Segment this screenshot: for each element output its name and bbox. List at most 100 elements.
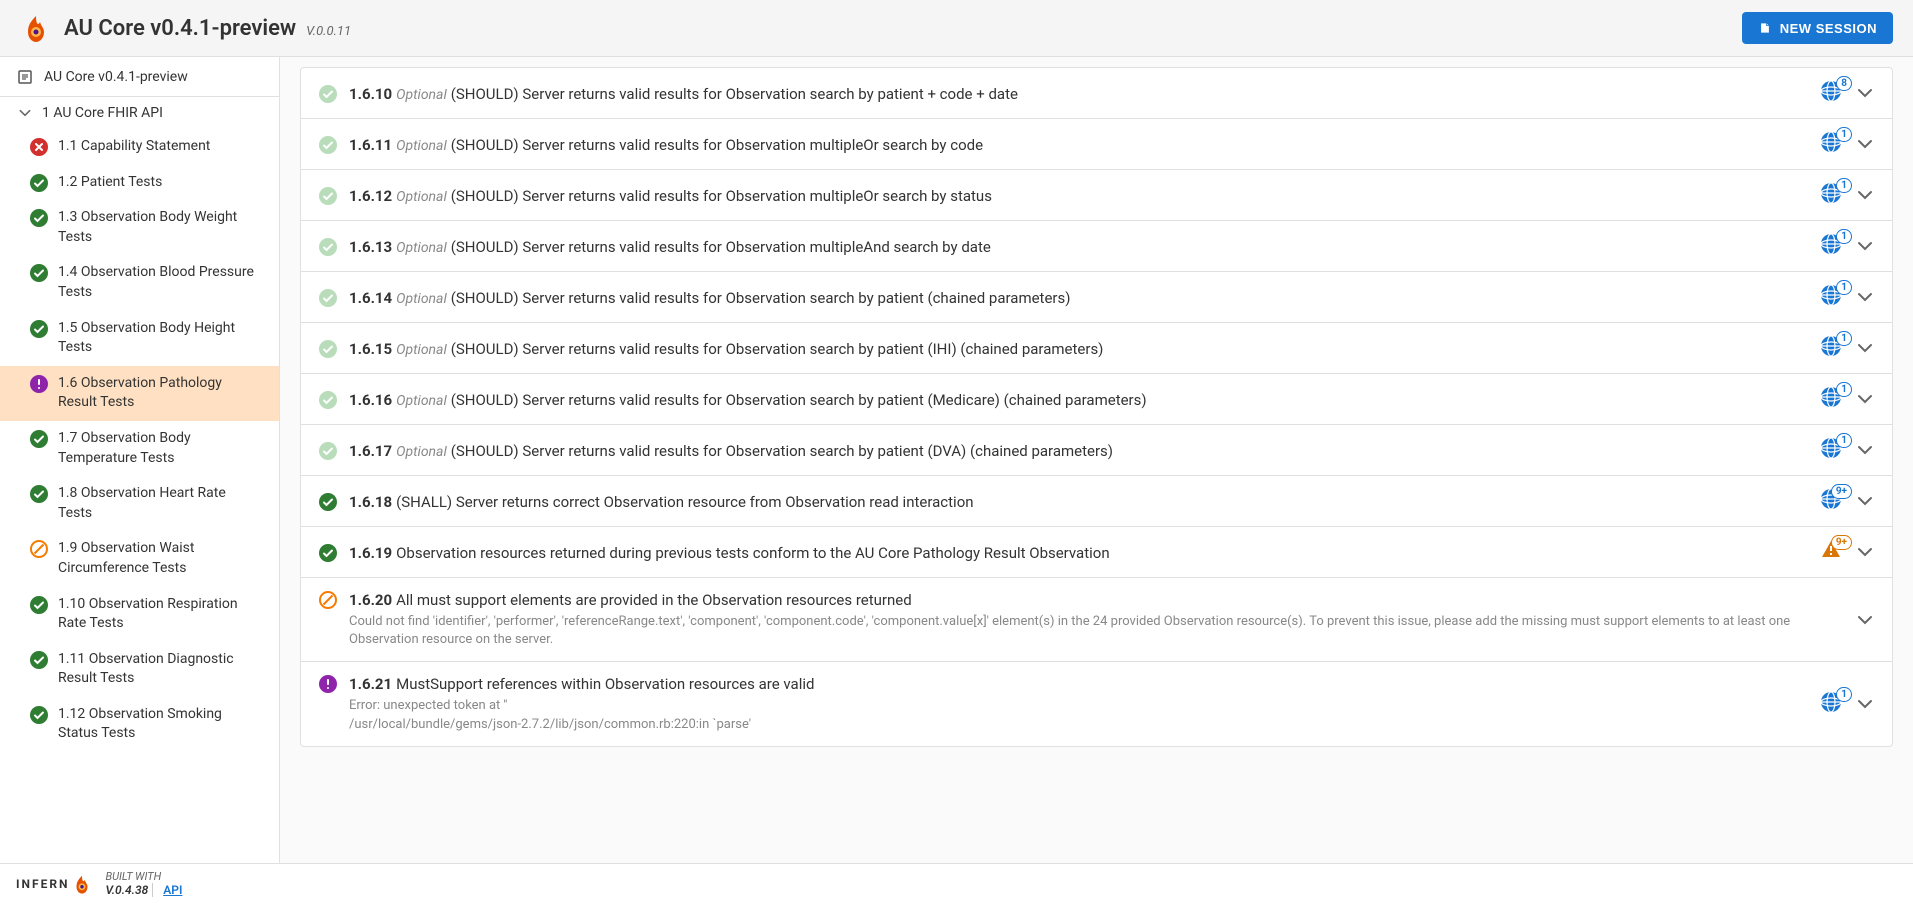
sidebar-item[interactable]: 1.9 Observation Waist Circumference Test… — [0, 531, 279, 586]
pass-weak-status-icon — [319, 340, 337, 358]
request-count: 1 — [1836, 687, 1852, 702]
sidebar-item[interactable]: 1.6 Observation Pathology Result Tests — [0, 366, 279, 421]
request-count-badge[interactable]: 9+ — [1820, 488, 1846, 514]
sidebar-item[interactable]: 1.4 Observation Blood Pressure Tests — [0, 255, 279, 310]
sidebar-item[interactable]: 1.1 Capability Statement — [0, 129, 279, 165]
request-count: 1 — [1836, 178, 1852, 193]
test-row[interactable]: 1.6.20 All must support elements are pro… — [301, 578, 1892, 662]
test-id: 1.6.12 — [349, 187, 392, 205]
error-status-icon — [30, 375, 48, 393]
sidebar-root[interactable]: AU Core v0.4.1-preview — [0, 57, 279, 97]
test-tag: Optional — [396, 393, 447, 409]
pass-weak-status-icon — [319, 187, 337, 205]
test-row[interactable]: 1.6.18 (SHALL) Server returns correct Ob… — [301, 476, 1892, 527]
pass-status-icon — [319, 544, 337, 562]
test-row[interactable]: 1.6.15 Optional (SHOULD) Server returns … — [301, 323, 1892, 374]
request-count-badge[interactable]: 1 — [1820, 386, 1846, 412]
sidebar-scroll[interactable]: AU Core v0.4.1-preview 1 AU Core FHIR AP… — [0, 57, 279, 863]
test-id: 1.6.21 — [349, 675, 392, 693]
footer-api-link[interactable]: API — [152, 883, 182, 897]
sidebar-item[interactable]: 1.2 Patient Tests — [0, 165, 279, 201]
test-row[interactable]: 1.6.14 Optional (SHOULD) Server returns … — [301, 272, 1892, 323]
chevron-down-icon[interactable] — [1856, 288, 1874, 306]
request-count-badge[interactable]: 1 — [1820, 335, 1846, 361]
chevron-down-icon[interactable] — [1856, 135, 1874, 153]
test-row[interactable]: 1.6.11 Optional (SHOULD) Server returns … — [301, 119, 1892, 170]
header: AU Core v0.4.1-preview V.0.0.11 NEW SESS… — [0, 0, 1913, 57]
sidebar-item[interactable]: 1.10 Observation Respiration Rate Tests — [0, 587, 279, 642]
chevron-down-icon[interactable] — [1856, 186, 1874, 204]
request-count-badge[interactable]: 1 — [1820, 233, 1846, 259]
new-session-button[interactable]: NEW SESSION — [1742, 12, 1893, 44]
sidebar-item-label: 1.7 Observation Body Temperature Tests — [58, 429, 263, 468]
sidebar-item-label: 1.1 Capability Statement — [58, 137, 263, 157]
sidebar-item[interactable]: 1.3 Observation Body Weight Tests — [0, 200, 279, 255]
test-row[interactable]: 1.6.21 MustSupport references within Obs… — [301, 662, 1892, 745]
skip-status-icon — [319, 591, 337, 609]
request-count: 9+ — [1831, 484, 1852, 499]
test-tag: Optional — [396, 240, 447, 256]
request-count-badge[interactable]: 1 — [1820, 437, 1846, 463]
chevron-down-icon[interactable] — [1856, 84, 1874, 102]
footer-meta: BUILT WITH V.0.4.38 API — [105, 870, 182, 897]
request-count-badge[interactable]: 1 — [1820, 131, 1846, 157]
test-id: 1.6.20 — [349, 591, 392, 609]
test-tag: Optional — [396, 138, 447, 154]
test-description: (SHALL) Server returns correct Observati… — [396, 493, 973, 511]
request-count-badge[interactable]: 1 — [1820, 182, 1846, 208]
pass-status-icon — [30, 430, 48, 448]
sidebar-item-label: 1.5 Observation Body Height Tests — [58, 319, 263, 358]
sidebar-item[interactable]: 1.11 Observation Diagnostic Result Tests — [0, 642, 279, 697]
chevron-down-icon[interactable] — [1856, 492, 1874, 510]
test-id: 1.6.17 — [349, 442, 392, 460]
test-row[interactable]: 1.6.19 Observation resources returned du… — [301, 527, 1892, 578]
test-description: (SHOULD) Server returns valid results fo… — [451, 340, 1104, 358]
sidebar-item[interactable]: 1.5 Observation Body Height Tests — [0, 311, 279, 366]
sidebar-item-label: 1.3 Observation Body Weight Tests — [58, 208, 263, 247]
sidebar-item-label: 1.4 Observation Blood Pressure Tests — [58, 263, 263, 302]
pass-weak-status-icon — [319, 391, 337, 409]
pass-weak-status-icon — [319, 238, 337, 256]
pass-status-icon — [30, 174, 48, 192]
test-tag: Optional — [396, 87, 447, 103]
test-id: 1.6.15 — [349, 340, 392, 358]
test-row[interactable]: 1.6.13 Optional (SHOULD) Server returns … — [301, 221, 1892, 272]
test-row[interactable]: 1.6.16 Optional (SHOULD) Server returns … — [301, 374, 1892, 425]
pass-weak-status-icon — [319, 136, 337, 154]
chevron-down-icon[interactable] — [1856, 543, 1874, 561]
test-row[interactable]: 1.6.12 Optional (SHOULD) Server returns … — [301, 170, 1892, 221]
request-count-badge[interactable]: 8 — [1820, 80, 1846, 106]
sidebar-item-label: 1.11 Observation Diagnostic Result Tests — [58, 650, 263, 689]
chevron-down-icon[interactable] — [1856, 695, 1874, 713]
error-status-icon — [319, 675, 337, 693]
request-count: 1 — [1836, 280, 1852, 295]
test-description: (SHOULD) Server returns valid results fo… — [451, 238, 991, 256]
brand-title: AU Core v0.4.1-preview — [64, 16, 296, 41]
chevron-down-icon[interactable] — [1856, 441, 1874, 459]
main[interactable]: 1.6.10 Optional (SHOULD) Server returns … — [280, 57, 1913, 863]
test-description: (SHOULD) Server returns valid results fo… — [451, 289, 1071, 307]
chevron-down-icon[interactable] — [1856, 611, 1874, 629]
test-description: MustSupport references within Observatio… — [396, 675, 814, 693]
new-file-icon — [1758, 20, 1772, 36]
sidebar-item-label: 1.12 Observation Smoking Status Tests — [58, 705, 263, 744]
sidebar-item[interactable]: 1.7 Observation Body Temperature Tests — [0, 421, 279, 476]
request-count: 1 — [1836, 229, 1852, 244]
sidebar-group[interactable]: 1 AU Core FHIR API — [0, 97, 279, 129]
sidebar-item[interactable]: 1.8 Observation Heart Rate Tests — [0, 476, 279, 531]
chevron-down-icon[interactable] — [1856, 339, 1874, 357]
test-id: 1.6.14 — [349, 289, 392, 307]
test-row[interactable]: 1.6.17 Optional (SHOULD) Server returns … — [301, 425, 1892, 476]
sidebar-item[interactable]: 1.12 Observation Smoking Status Tests — [0, 697, 279, 752]
request-count-badge[interactable]: 1 — [1820, 284, 1846, 310]
chevron-down-icon[interactable] — [1856, 237, 1874, 255]
chevron-down-icon — [18, 106, 32, 120]
chevron-down-icon[interactable] — [1856, 390, 1874, 408]
warning-count-badge[interactable]: 9+ — [1820, 539, 1846, 565]
test-id: 1.6.16 — [349, 391, 392, 409]
sidebar-item-label: 1.10 Observation Respiration Rate Tests — [58, 595, 263, 634]
test-id: 1.6.19 — [349, 544, 392, 562]
test-row[interactable]: 1.6.10 Optional (SHOULD) Server returns … — [301, 68, 1892, 119]
pass-weak-status-icon — [319, 289, 337, 307]
request-count-badge[interactable]: 1 — [1820, 691, 1846, 717]
